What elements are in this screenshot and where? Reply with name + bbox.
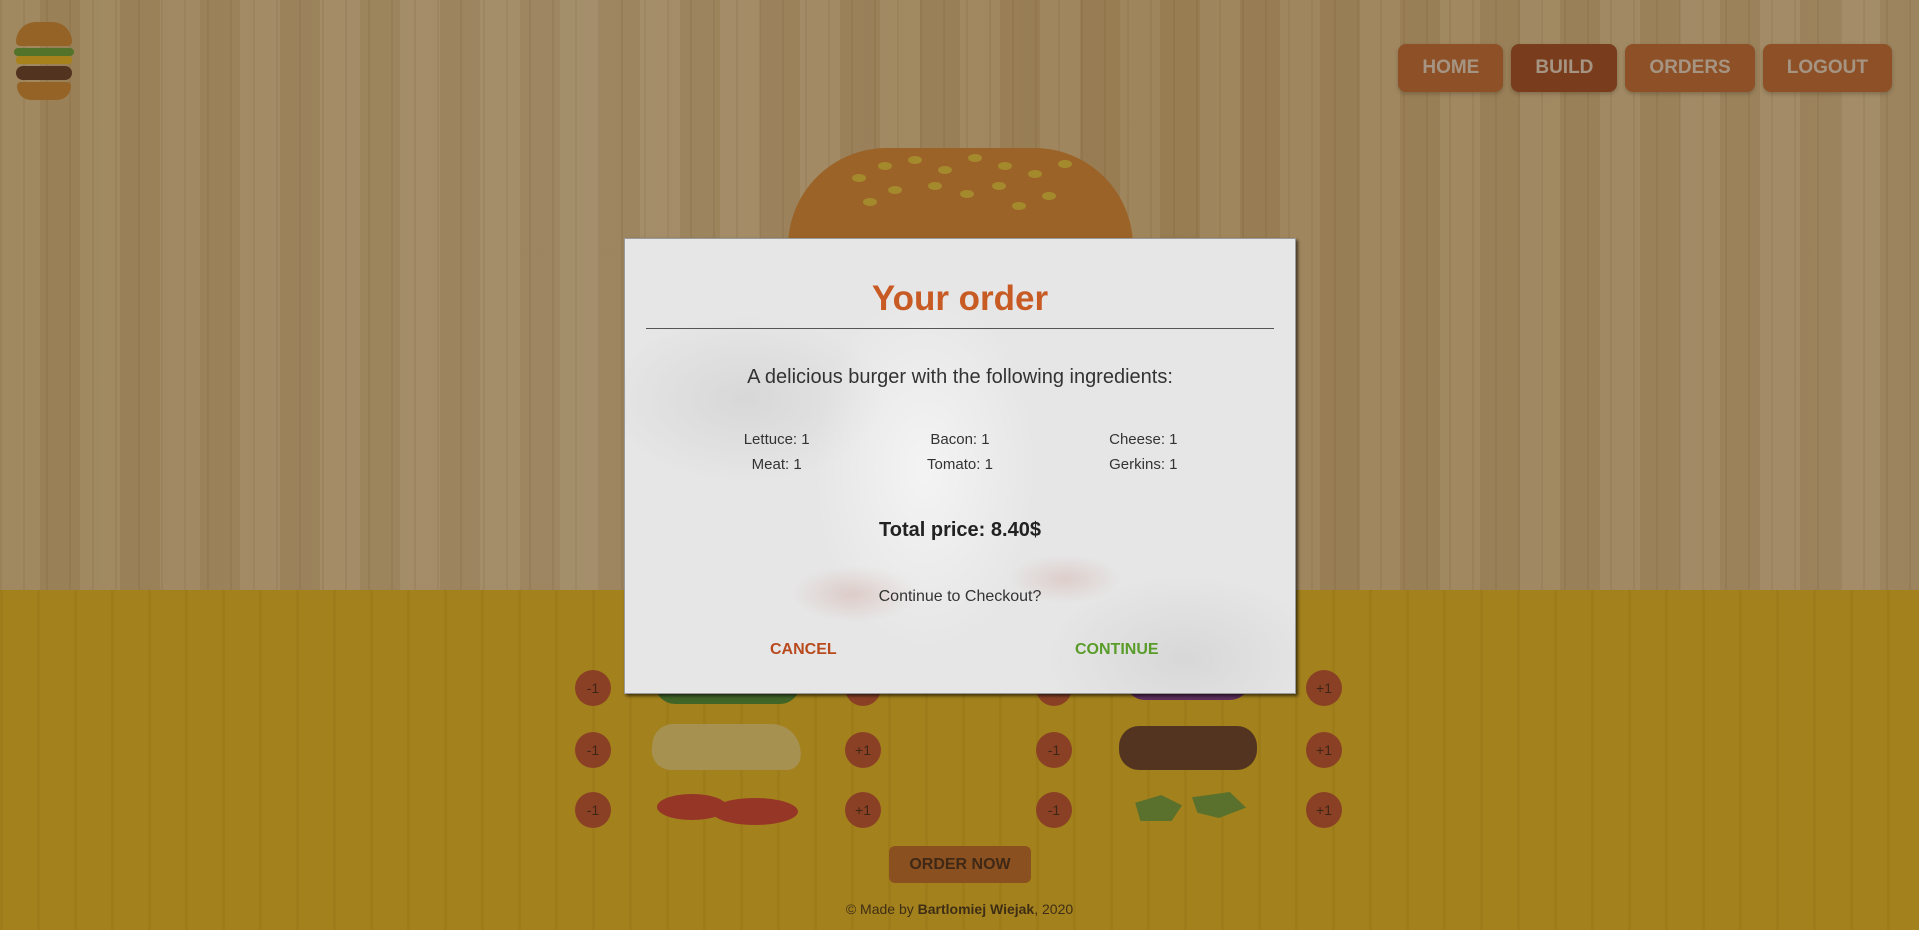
continue-button[interactable]: CONTINUE [1075,641,1159,659]
checkout-question: Continue to Checkout? [878,588,1042,605]
ingredient-gherkins: Gerkins: 1 [1109,456,1178,473]
ingredient-list: Lettuce: 1 Bacon: 1 Cheese: 1 Meat: 1 To… [625,431,1295,474]
ingredient-lettuce: Lettuce: 1 [743,431,810,448]
modal-subtitle: A delicious burger with the following in… [747,366,1173,388]
ingredient-tomato: Tomato: 1 [927,456,993,473]
divider [646,328,1274,329]
cancel-button[interactable]: CANCEL [770,641,837,659]
ingredient-meat: Meat: 1 [751,456,802,473]
total-price: Total price: 8.40$ [879,519,1041,541]
ingredient-bacon: Bacon: 1 [930,431,990,448]
modal-title: Your order [871,279,1049,318]
order-summary-modal: Your order A delicious burger with the f… [624,238,1296,694]
ingredient-cheese: Cheese: 1 [1109,431,1178,448]
